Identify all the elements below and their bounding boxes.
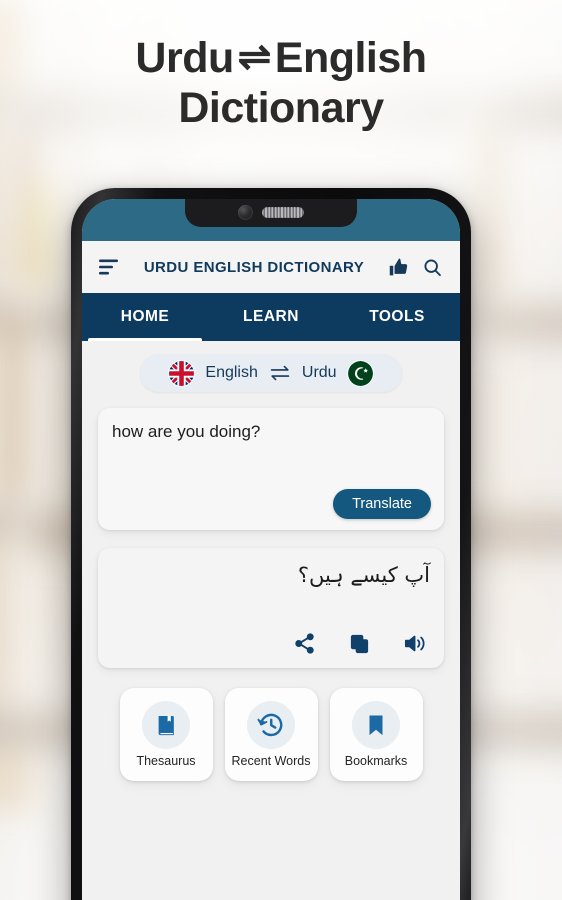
feature-card-thesaurus[interactable]: Thesaurus	[119, 688, 213, 781]
translation-output-card: آپ کیسے ہیں؟	[98, 548, 444, 668]
search-icon[interactable]	[420, 255, 444, 279]
translated-text: آپ کیسے ہیں؟	[297, 563, 430, 587]
status-bar	[82, 199, 460, 241]
app-bar: URDU ENGLISH DICTIONARY	[82, 241, 460, 293]
feature-card-bookmarks[interactable]: Bookmarks	[329, 688, 423, 781]
target-language-label[interactable]: Urdu	[302, 364, 337, 382]
book-icon	[142, 701, 190, 749]
page-title: Urdu ⇌English Dictionary	[0, 34, 562, 134]
app-bar-title: URDU ENGLISH DICTIONARY	[143, 258, 365, 276]
phone-mockup: URDU ENGLISH DICTIONARY HOME LEARN TOOLS	[71, 188, 471, 900]
translation-input-card[interactable]: how are you doing? Translate	[98, 408, 444, 530]
feature-shortcuts: Thesaurus Recent Words Bookmarks	[98, 688, 444, 781]
page-title-source-language: Urdu	[135, 34, 234, 82]
phone-screen: URDU ENGLISH DICTIONARY HOME LEARN TOOLS	[82, 199, 460, 900]
tab-home[interactable]: HOME	[82, 293, 208, 341]
translate-button[interactable]: Translate	[333, 489, 431, 519]
share-icon[interactable]	[293, 632, 316, 655]
bookmark-icon	[352, 701, 400, 749]
page-title-line-2: Dictionary	[178, 83, 384, 132]
pakistan-flag-icon	[347, 360, 373, 386]
earpiece-speaker-icon	[262, 206, 304, 218]
tab-bar: HOME LEARN TOOLS	[82, 293, 460, 341]
tab-learn[interactable]: LEARN	[208, 293, 334, 341]
source-language-label[interactable]: English	[205, 364, 257, 382]
feature-card-recent-words[interactable]: Recent Words	[224, 688, 318, 781]
main-content: English Urdu how are you doing? Translat…	[82, 341, 460, 900]
source-text-input[interactable]: how are you doing?	[112, 421, 430, 443]
page-title-target-language: English	[274, 34, 427, 82]
thumbs-up-icon[interactable]	[386, 255, 410, 279]
language-selector[interactable]: English Urdu	[140, 354, 402, 392]
copy-icon[interactable]	[348, 632, 371, 655]
speaker-icon[interactable]	[403, 631, 428, 656]
feature-label: Bookmarks	[344, 754, 408, 768]
phone-notch	[185, 199, 357, 227]
swap-arrows-icon: ⇌	[237, 35, 272, 79]
page-title-line-1: Urdu ⇌English	[0, 34, 562, 84]
hamburger-menu-icon[interactable]	[98, 255, 122, 279]
tab-tools[interactable]: TOOLS	[334, 293, 460, 341]
swap-arrows-icon[interactable]	[269, 365, 291, 381]
feature-label: Thesaurus	[136, 754, 196, 768]
front-camera-icon	[238, 204, 253, 220]
output-action-bar	[293, 631, 428, 656]
feature-label: Recent Words	[231, 754, 311, 768]
history-clock-icon	[247, 701, 295, 749]
uk-flag-icon	[169, 360, 195, 386]
